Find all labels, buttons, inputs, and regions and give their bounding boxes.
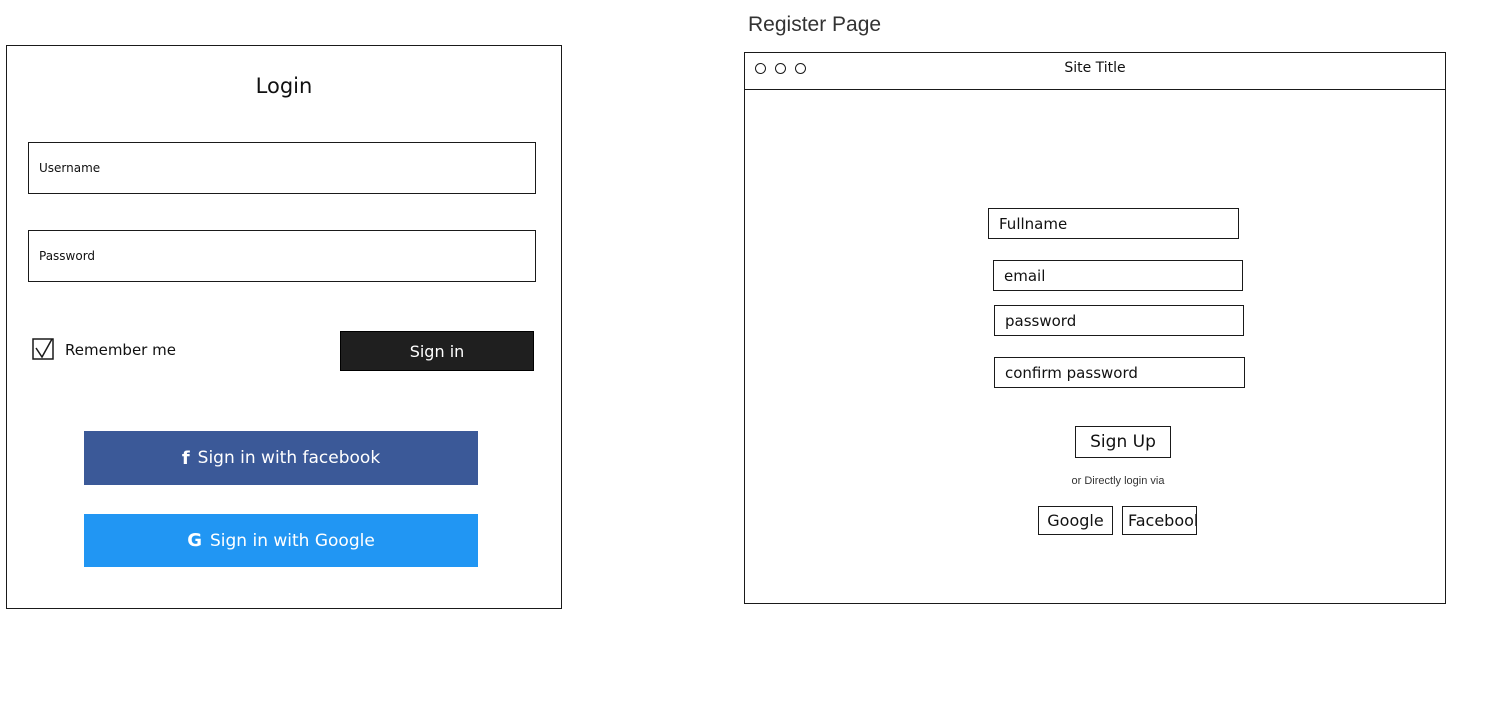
email-input[interactable]: email bbox=[993, 260, 1243, 291]
fullname-input[interactable]: Fullname bbox=[988, 208, 1239, 239]
email-placeholder: email bbox=[1004, 266, 1046, 285]
sign-up-button[interactable]: Sign Up bbox=[1075, 426, 1171, 458]
facebook-icon: f bbox=[181, 447, 190, 469]
username-input[interactable]: Username bbox=[28, 142, 536, 194]
register-password-placeholder: password bbox=[1005, 311, 1077, 330]
sign-in-button[interactable]: Sign in bbox=[340, 331, 534, 371]
facebook-signin-button[interactable]: f Sign in with facebook bbox=[84, 431, 478, 485]
sign-in-label: Sign in bbox=[409, 341, 465, 361]
register-password-input[interactable]: password bbox=[994, 305, 1244, 336]
fullname-placeholder: Fullname bbox=[999, 214, 1068, 233]
username-placeholder: Username bbox=[39, 161, 101, 175]
login-title: Login bbox=[255, 74, 313, 98]
google-signin-button[interactable]: G Sign in with Google bbox=[84, 514, 478, 567]
password-input[interactable]: Password bbox=[28, 230, 536, 282]
google-icon: G bbox=[187, 530, 202, 551]
confirm-password-input[interactable]: confirm password bbox=[994, 357, 1245, 388]
password-placeholder: Password bbox=[39, 249, 96, 263]
facebook-signin-label: Sign in with facebook bbox=[197, 448, 381, 468]
confirm-password-placeholder: confirm password bbox=[1005, 363, 1138, 382]
google-login-label: Google bbox=[1047, 511, 1104, 530]
google-signin-label: Sign in with Google bbox=[209, 530, 375, 551]
facebook-login-label: Facebook bbox=[1128, 511, 1197, 530]
google-login-button[interactable]: Google bbox=[1038, 506, 1113, 535]
site-title: Site Title bbox=[1064, 60, 1126, 76]
remember-me-checkbox[interactable] bbox=[32, 338, 54, 360]
facebook-login-button[interactable]: Facebook bbox=[1122, 506, 1197, 535]
sign-up-label: Sign Up bbox=[1090, 432, 1156, 452]
direct-login-text: or Directly login via bbox=[1071, 475, 1165, 487]
remember-me-label: Remember me bbox=[65, 341, 176, 359]
register-page-heading: Register Page bbox=[748, 13, 882, 36]
